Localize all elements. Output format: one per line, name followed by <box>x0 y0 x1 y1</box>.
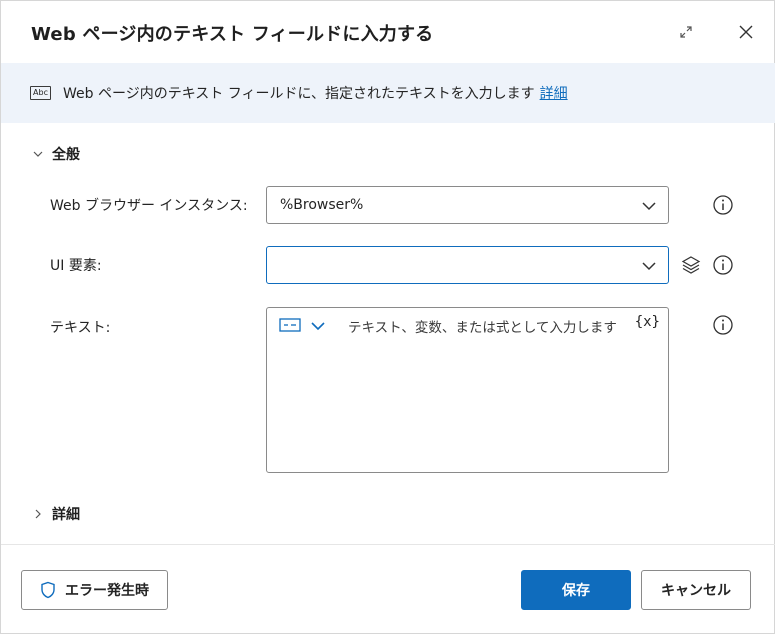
browser-instance-value: %Browser% <box>280 197 364 213</box>
expand-button[interactable] <box>673 19 699 45</box>
cancel-button[interactable]: キャンセル <box>641 570 751 610</box>
chevron-down-icon <box>642 262 656 271</box>
details-link[interactable]: 詳細 <box>540 86 568 102</box>
text-mode-icon[interactable] <box>279 318 301 332</box>
chevron-right-icon <box>31 507 45 521</box>
info-icon[interactable] <box>712 254 734 276</box>
info-icon[interactable] <box>712 194 734 216</box>
section-general-label: 全般 <box>52 147 80 163</box>
abc-icon: Abc <box>30 86 51 100</box>
layers-icon[interactable] <box>680 254 702 276</box>
chevron-down-icon[interactable] <box>309 318 327 334</box>
banner-description: Web ページ内のテキスト フィールドに、指定されたテキストを入力します <box>63 86 535 102</box>
ui-element-label: UI 要素: <box>50 258 102 274</box>
text-input[interactable]: テキスト、変数、または式として入力します {x} <box>266 307 669 473</box>
insert-variable-button[interactable]: {x} <box>635 314 660 330</box>
text-placeholder: テキスト、変数、または式として入力します <box>348 320 617 336</box>
dialog-title: Web ページ内のテキスト フィールドに入力する <box>31 24 434 45</box>
ui-element-dropdown[interactable] <box>266 246 669 284</box>
browser-instance-dropdown[interactable]: %Browser% <box>266 186 669 224</box>
banner-text: Web ページ内のテキスト フィールドに、指定されたテキストを入力します 詳細 <box>63 83 568 103</box>
browser-instance-label: Web ブラウザー インスタンス: <box>50 198 248 214</box>
close-button[interactable] <box>733 19 759 45</box>
on-error-label: エラー発生時 <box>65 583 149 599</box>
section-general-toggle[interactable]: 全般 <box>31 144 80 164</box>
chevron-down-icon <box>31 147 45 161</box>
section-details-label: 詳細 <box>52 507 80 523</box>
footer-divider <box>1 544 775 545</box>
expand-icon <box>680 26 692 38</box>
dialog: Web ページ内のテキスト フィールドに入力する Abc Web ページ内のテキ… <box>0 0 775 634</box>
chevron-down-icon <box>642 202 656 211</box>
shield-icon <box>41 581 55 599</box>
section-details-toggle[interactable]: 詳細 <box>31 504 80 524</box>
on-error-button[interactable]: エラー発生時 <box>21 570 168 610</box>
dialog-header: Web ページ内のテキスト フィールドに入力する <box>1 1 775 63</box>
text-label: テキスト: <box>50 320 111 336</box>
info-icon[interactable] <box>712 314 734 336</box>
close-icon <box>739 25 753 39</box>
save-button[interactable]: 保存 <box>521 570 631 610</box>
